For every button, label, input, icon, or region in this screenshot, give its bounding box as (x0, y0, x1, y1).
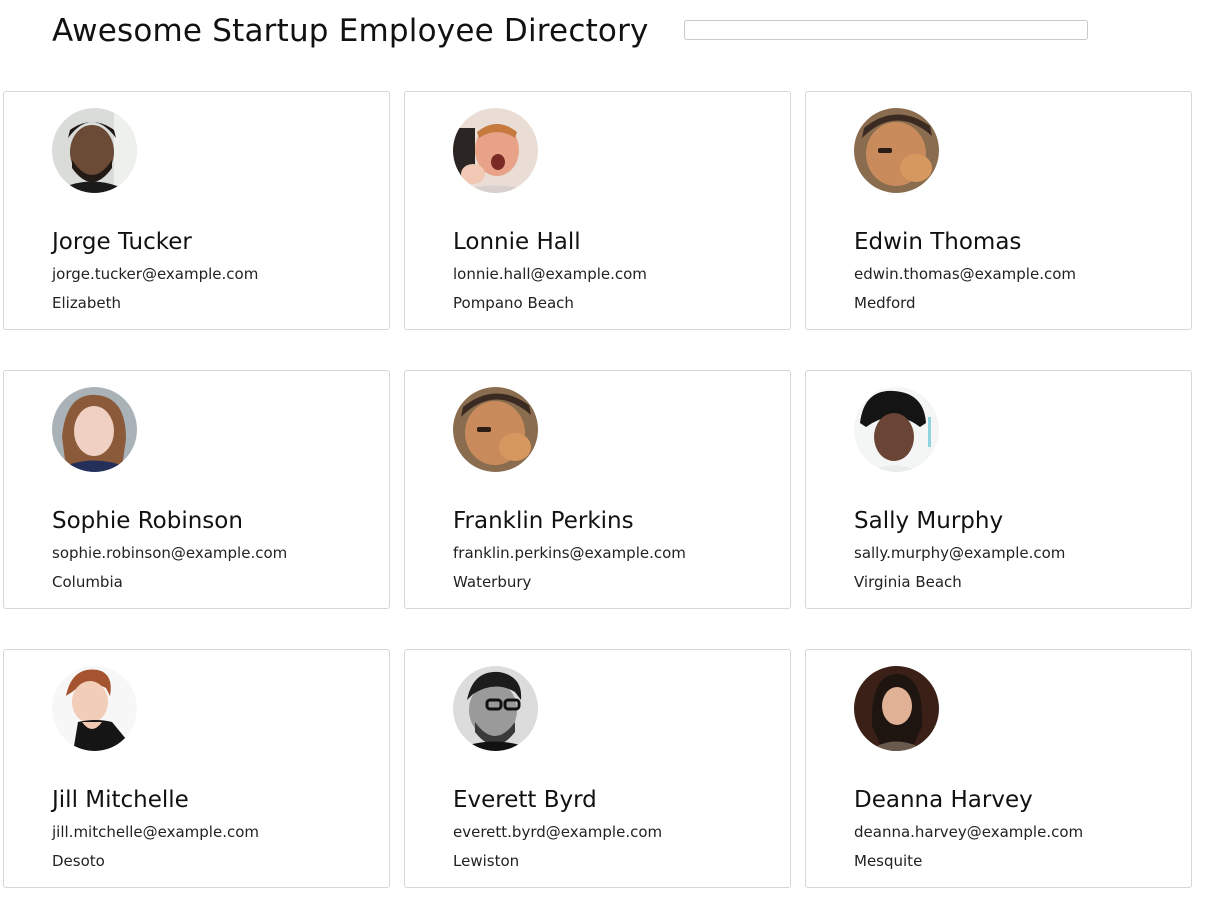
employee-name: Sophie Robinson (52, 508, 243, 534)
avatar (854, 387, 939, 472)
employee-city: Elizabeth (52, 294, 122, 312)
employee-grid: Jorge Tucker jorge.tucker@example.com El… (3, 91, 1193, 888)
person-photo-icon (453, 666, 538, 751)
avatar (453, 387, 538, 472)
person-photo-icon (854, 666, 939, 751)
employee-name: Sally Murphy (854, 508, 1004, 534)
employee-name: Lonnie Hall (453, 229, 581, 255)
employee-card[interactable]: Everett Byrd everett.byrd@example.com Le… (404, 649, 791, 888)
employee-email: everett.byrd@example.com (453, 823, 663, 841)
employee-card[interactable]: Sally Murphy sally.murphy@example.com Vi… (805, 370, 1192, 609)
avatar (52, 108, 137, 193)
employee-card[interactable]: Deanna Harvey deanna.harvey@example.com … (805, 649, 1192, 888)
person-photo-icon (52, 387, 137, 472)
employee-name: Everett Byrd (453, 787, 597, 813)
employee-name: Edwin Thomas (854, 229, 1022, 255)
avatar (854, 108, 939, 193)
employee-email: sophie.robinson@example.com (52, 544, 288, 562)
employee-email: jill.mitchelle@example.com (52, 823, 260, 841)
employee-card[interactable]: Lonnie Hall lonnie.hall@example.com Pomp… (404, 91, 791, 330)
employee-card[interactable]: Sophie Robinson sophie.robinson@example.… (3, 370, 390, 609)
employee-name: Jill Mitchelle (52, 787, 189, 813)
search-input[interactable] (684, 20, 1088, 40)
person-photo-icon (453, 387, 538, 472)
person-photo-icon (52, 666, 137, 751)
employee-email: lonnie.hall@example.com (453, 265, 647, 283)
person-photo-icon (854, 108, 939, 193)
employee-city: Mesquite (854, 852, 923, 870)
employee-email: franklin.perkins@example.com (453, 544, 686, 562)
avatar (854, 666, 939, 751)
avatar (52, 387, 137, 472)
employee-city: Medford (854, 294, 916, 312)
avatar (52, 666, 137, 751)
employee-city: Pompano Beach (453, 294, 574, 312)
employee-email: deanna.harvey@example.com (854, 823, 1084, 841)
employee-email: edwin.thomas@example.com (854, 265, 1077, 283)
employee-city: Desoto (52, 852, 105, 870)
employee-city: Virginia Beach (854, 573, 962, 591)
employee-card[interactable]: Jorge Tucker jorge.tucker@example.com El… (3, 91, 390, 330)
avatar (453, 666, 538, 751)
employee-name: Jorge Tucker (52, 229, 192, 255)
employee-name: Franklin Perkins (453, 508, 634, 534)
employee-name: Deanna Harvey (854, 787, 1033, 813)
avatar (453, 108, 538, 193)
employee-email: sally.murphy@example.com (854, 544, 1066, 562)
person-photo-icon (52, 108, 137, 193)
employee-city: Waterbury (453, 573, 532, 591)
employee-city: Lewiston (453, 852, 520, 870)
employee-card[interactable]: Jill Mitchelle jill.mitchelle@example.co… (3, 649, 390, 888)
employee-city: Columbia (52, 573, 123, 591)
employee-card[interactable]: Franklin Perkins franklin.perkins@exampl… (404, 370, 791, 609)
page-title: Awesome Startup Employee Directory (52, 13, 649, 49)
employee-card[interactable]: Edwin Thomas edwin.thomas@example.com Me… (805, 91, 1192, 330)
person-photo-icon (453, 108, 538, 193)
person-photo-icon (854, 387, 939, 472)
employee-email: jorge.tucker@example.com (52, 265, 259, 283)
page-header: Awesome Startup Employee Directory (0, 0, 1209, 70)
